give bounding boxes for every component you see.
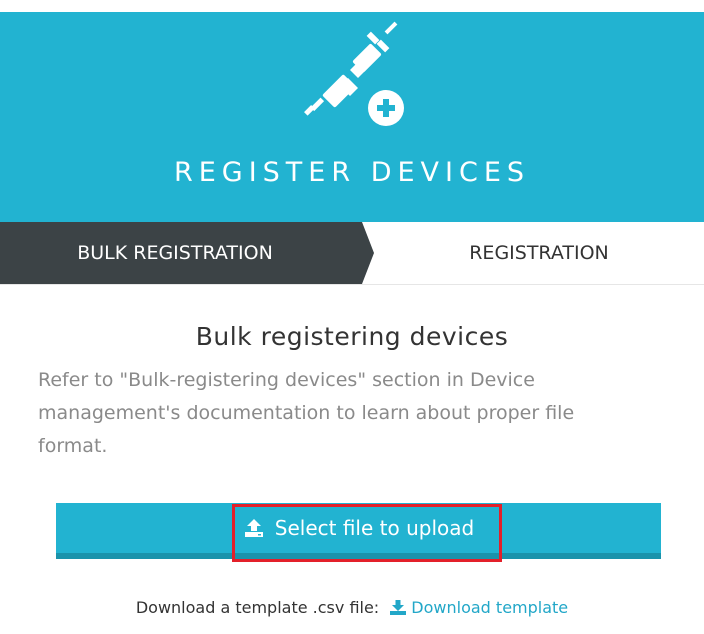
top-crop-strip (0, 0, 704, 12)
download-template-link[interactable]: Download template (384, 598, 568, 617)
page-title: REGISTER DEVICES (173, 157, 531, 188)
section-title: Bulk registering devices (195, 322, 509, 351)
select-file-upload-button[interactable]: Select file to upload (56, 503, 661, 559)
header-banner: REGISTER DEVICES (0, 12, 704, 222)
download-icon (390, 600, 407, 615)
plug-add-icon (296, 20, 416, 130)
upload-button-content: Select file to upload (56, 503, 661, 553)
upload-button-label: Select file to upload (274, 516, 475, 540)
download-link-label: Download template (411, 598, 569, 617)
description-text: Refer to "Bulk-registering devices" sect… (38, 369, 575, 457)
tab-bulk-registration-label: BULK REGISTRATION (77, 242, 273, 264)
upload-icon (244, 519, 263, 537)
register-devices-page: REGISTER DEVICES BULK REGISTRATION REGIS… (0, 0, 704, 634)
tab-registration[interactable]: REGISTRATION (374, 222, 704, 284)
download-template-row: Download a template .csv file: Download … (0, 598, 704, 617)
download-prompt: Download a template .csv file: (135, 598, 380, 617)
tab-bulk-registration[interactable]: BULK REGISTRATION (0, 222, 374, 284)
registration-tabs: BULK REGISTRATION REGISTRATION (0, 222, 704, 285)
